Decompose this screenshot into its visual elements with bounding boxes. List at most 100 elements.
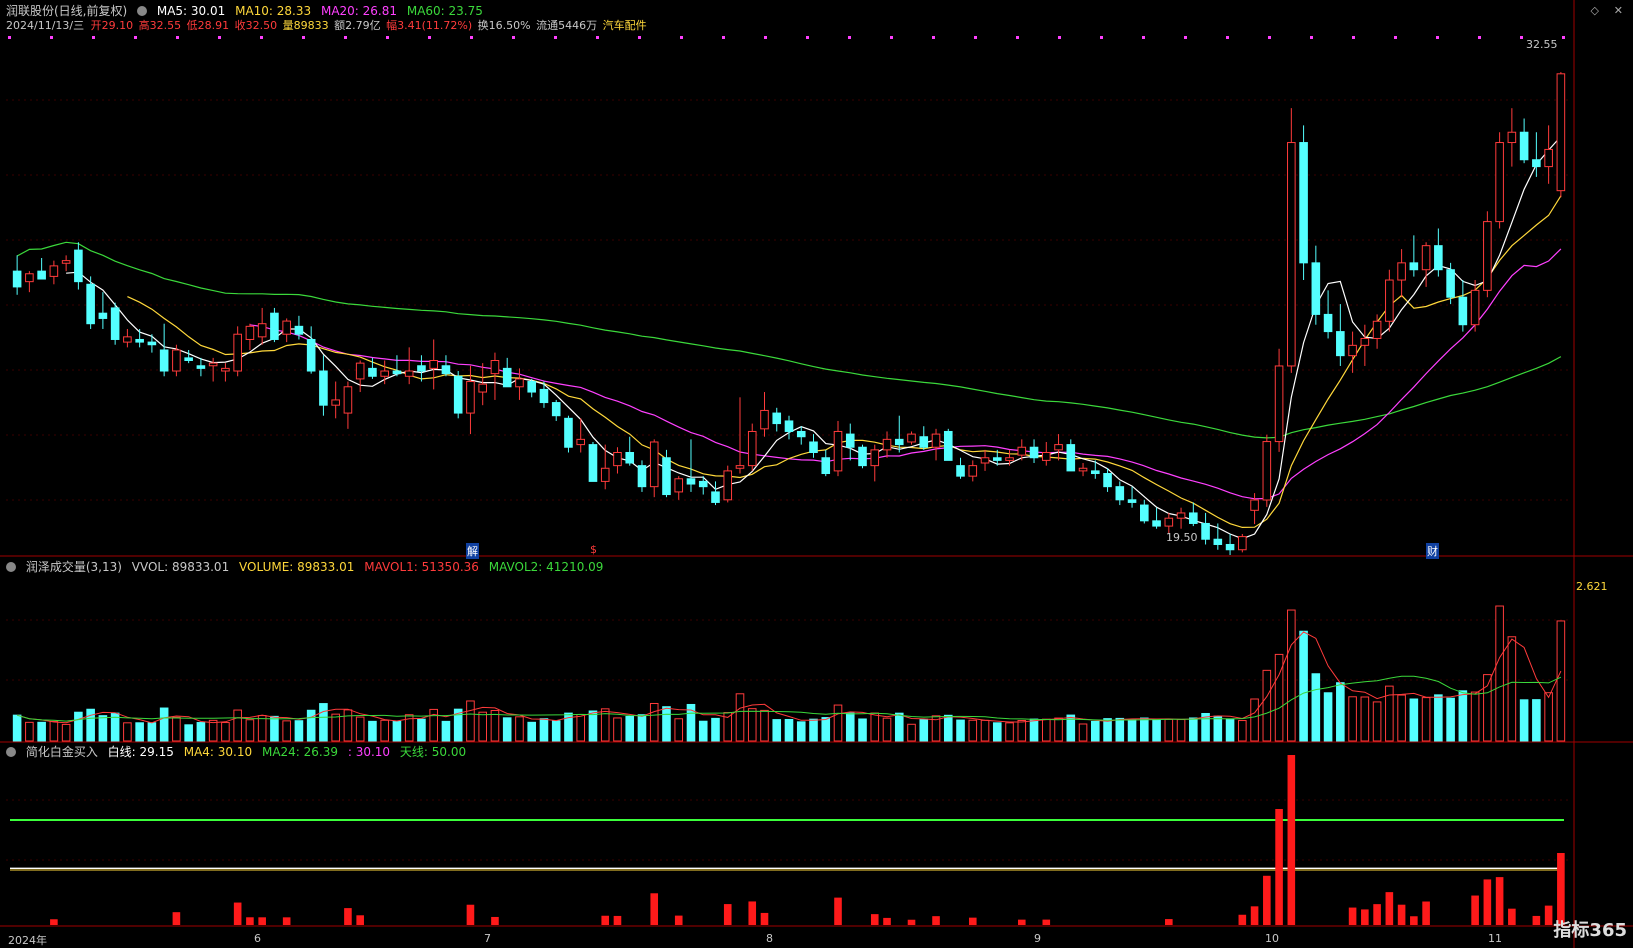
volume-bar (845, 712, 855, 742)
volume-bar (1519, 699, 1529, 742)
volume-bar (466, 700, 475, 742)
signal-bar (1042, 919, 1051, 925)
settings-icon[interactable] (137, 6, 148, 16)
indicator-settings-icon[interactable] (6, 747, 16, 757)
candle-body (98, 312, 108, 319)
candle-body (404, 370, 414, 377)
volume-bar (1299, 630, 1308, 742)
candle-body (74, 249, 83, 283)
volume-bar (919, 718, 929, 742)
event-dot (764, 36, 767, 39)
volume-bar (86, 708, 95, 742)
candle-body (1213, 538, 1223, 545)
candle-body (368, 367, 377, 377)
volume-bar (968, 719, 978, 742)
stock-name[interactable]: 润联股份(日线,前复权) (6, 4, 127, 18)
signal-bar (601, 915, 610, 925)
volume-bar (1103, 718, 1112, 742)
volume-settings-icon[interactable] (6, 562, 16, 572)
candle-body (1189, 512, 1198, 524)
candle-body (331, 399, 340, 406)
volume-bar (441, 720, 451, 742)
candle-body (355, 362, 365, 380)
candle-body (698, 480, 708, 488)
candle-body (674, 478, 684, 493)
event-dot (344, 36, 347, 39)
candle-body (86, 283, 95, 325)
signal-bar (172, 912, 181, 925)
candle-body (245, 325, 255, 340)
candle-body (1299, 142, 1308, 264)
signal-bar (1385, 892, 1394, 925)
volume-bar (527, 721, 537, 742)
candle-body (123, 336, 132, 343)
volume-bar (625, 716, 635, 742)
candle-body (1176, 512, 1186, 519)
close-icon[interactable]: ✕ (1614, 4, 1623, 17)
signal-bar (1348, 907, 1357, 925)
signal-bar (1422, 901, 1430, 925)
volume-bar (858, 718, 867, 742)
signal-bar (1483, 879, 1492, 925)
volume-bar (12, 714, 22, 742)
candle-body (184, 357, 193, 362)
candle-body (466, 381, 475, 414)
volume-bar (747, 708, 757, 742)
event-marker-jie[interactable]: 解 (466, 543, 479, 559)
collapse-icon[interactable]: ◇ (1591, 4, 1599, 17)
event-dot (1142, 36, 1145, 39)
volume-bar (894, 712, 904, 742)
volume-bar (294, 720, 304, 742)
signal-bar (282, 917, 291, 925)
candle-body (1225, 543, 1235, 551)
volume-bar (490, 710, 500, 742)
event-marker-dollar[interactable]: $ (590, 543, 597, 556)
volume-panel-header: 润泽成交量(3,13) VVOL: 89833.01 VOLUME: 89833… (6, 560, 609, 574)
event-dot (1562, 36, 1565, 39)
quote-line: 2024/11/13/三 开29.10 高32.55 低28.91 收32.50… (6, 19, 653, 33)
candle-body (821, 457, 831, 475)
indicator-title[interactable]: 简化白金买入 (26, 745, 98, 759)
volume-bar (1176, 719, 1186, 742)
quote-low: 低28.91 (186, 19, 230, 32)
quote-amount: 额2.79亿 (334, 19, 381, 32)
volume-bar (1397, 694, 1406, 742)
event-marker-cai[interactable]: 财 (1426, 543, 1439, 559)
candle-body (760, 409, 769, 430)
volume-bar (233, 709, 242, 742)
signal-bar (246, 917, 254, 925)
volume-bar (1409, 698, 1419, 742)
candle-body (968, 465, 978, 477)
quote-sector[interactable]: 汽车配件 (603, 19, 647, 32)
x-tick-2: 7 (484, 932, 491, 945)
signal-bar (883, 917, 891, 925)
ma60-line (16, 241, 1562, 439)
volume-bar (98, 715, 108, 742)
volume-bar (306, 709, 316, 742)
event-dot (1394, 36, 1397, 39)
candle-body (613, 451, 622, 467)
event-dot (134, 36, 137, 39)
candle-body (1005, 457, 1014, 461)
volume-title[interactable]: 润泽成交量(3,13) (26, 560, 122, 574)
volume-bar (1017, 719, 1027, 742)
candle-body (515, 378, 524, 388)
candle-body (723, 470, 733, 501)
candle-body (747, 430, 757, 467)
candle-body (343, 386, 353, 414)
candle-body (1458, 296, 1468, 326)
volume-bar (37, 721, 46, 742)
volume-bar (380, 719, 389, 742)
stock-chart[interactable] (0, 0, 1633, 948)
volume-bar (539, 718, 549, 742)
volume-bar (319, 703, 328, 742)
white-line-label: 白线: 29.15 (107, 745, 174, 759)
volume-bar (1360, 696, 1370, 742)
volume-bar (576, 714, 586, 742)
event-dot (470, 36, 473, 39)
volume-bar (1421, 697, 1431, 742)
candle-body (1470, 289, 1480, 326)
signal-bar (1238, 914, 1247, 925)
signal-bar (760, 912, 769, 925)
low-marker: 19.50 (1166, 531, 1198, 544)
